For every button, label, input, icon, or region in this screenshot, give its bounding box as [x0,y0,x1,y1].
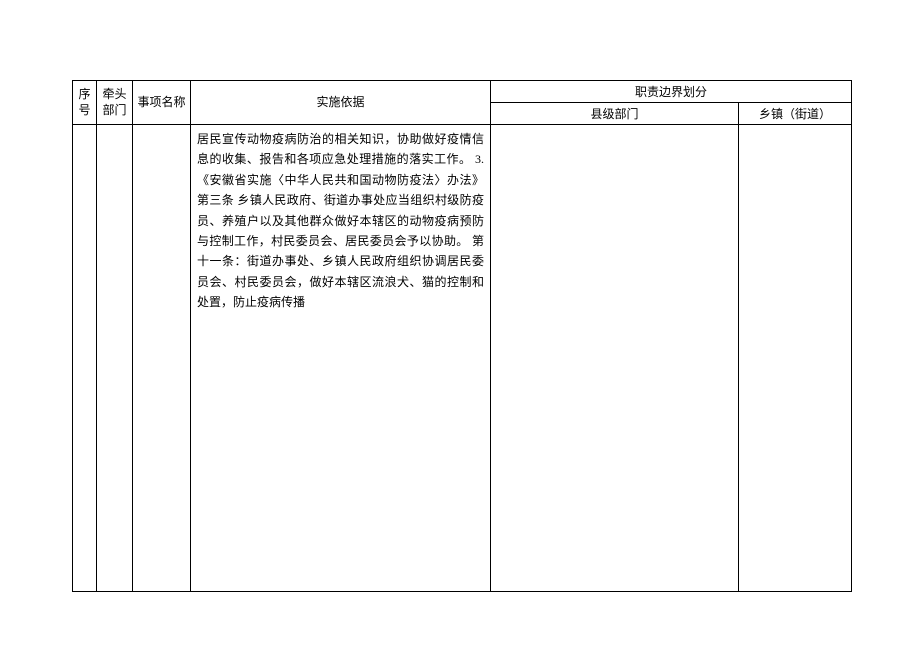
header-item-name: 事项名称 [133,81,191,125]
table-body: 居民宣传动物疫病防治的相关知识，协助做好疫情信息的收集、报告和各项应急处理措施的… [73,125,852,592]
header-town: 乡镇（街道） [739,103,852,125]
header-division-label: 职责边界划分 [635,85,707,99]
cell-basis-text: 居民宣传动物疫病防治的相关知识，协助做好疫情信息的收集、报告和各项应急处理措施的… [195,127,486,315]
cell-county [491,125,739,592]
header-seq: 序号 [73,81,97,125]
header-county-label: 县级部门 [590,107,638,121]
cell-town [739,125,852,592]
header-county: 县级部门 [491,103,739,125]
cell-basis: 居民宣传动物疫病防治的相关知识，协助做好疫情信息的收集、报告和各项应急处理措施的… [191,125,491,592]
header-seq-label: 序号 [77,83,92,122]
cell-item-name [133,125,191,592]
header-town-label: 乡镇（街道） [759,107,831,121]
header-lead-dept: 牵头部门 [97,81,133,125]
header-basis: 实施依据 [191,81,491,125]
header-lead-dept-label: 牵头部门 [101,83,128,122]
cell-lead-dept [97,125,133,592]
header-division: 职责边界划分 [491,81,852,103]
cell-seq [73,125,97,592]
header-item-name-label: 事项名称 [137,83,186,122]
main-table: 序号 牵头部门 事项名称 实施依据 职责边界划分 县级部门 [72,80,852,592]
document-table-container: 序号 牵头部门 事项名称 实施依据 职责边界划分 县级部门 [72,80,851,592]
table-header: 序号 牵头部门 事项名称 实施依据 职责边界划分 县级部门 [73,81,852,125]
table-row: 居民宣传动物疫病防治的相关知识，协助做好疫情信息的收集、报告和各项应急处理措施的… [73,125,852,592]
header-row-1: 序号 牵头部门 事项名称 实施依据 职责边界划分 [73,81,852,103]
header-basis-label: 实施依据 [195,83,486,122]
